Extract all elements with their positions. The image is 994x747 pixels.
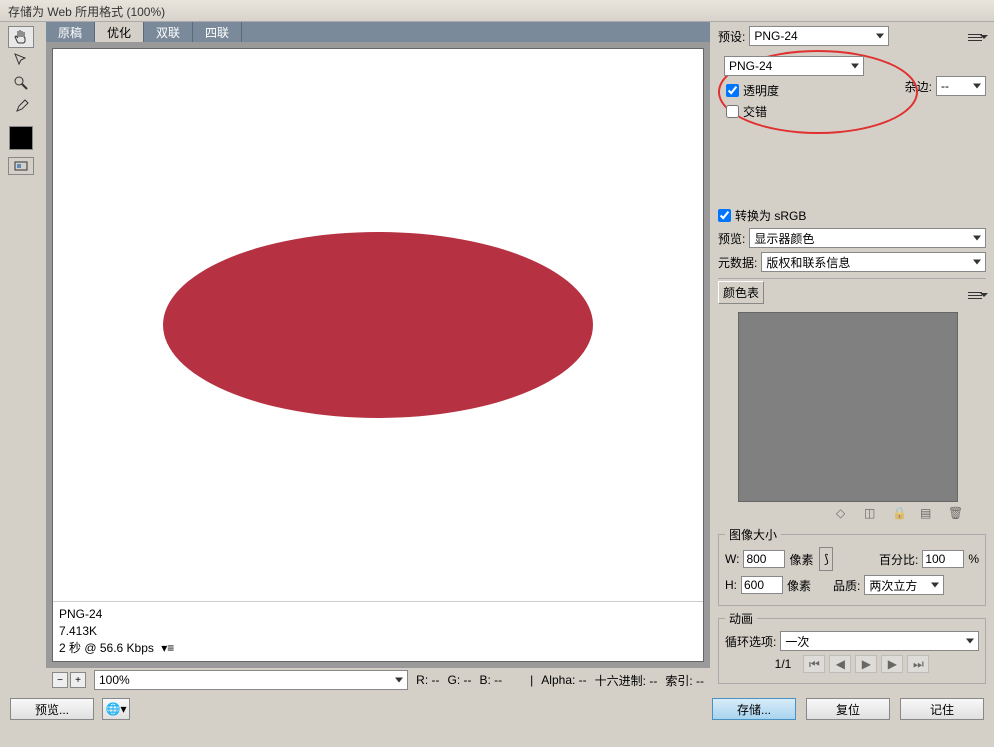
transparency-checkbox[interactable] (726, 84, 739, 97)
optimize-info: PNG-24 7.413K 2 秒 @ 56.6 Kbps ▾≡ (53, 602, 703, 661)
info-speed: 2 秒 @ 56.6 Kbps (59, 641, 154, 655)
ct-shift-icon[interactable]: ◫ (864, 506, 878, 520)
reset-button[interactable]: 复位 (806, 698, 890, 720)
height-label: H: (725, 578, 737, 592)
eyedropper-color[interactable] (9, 126, 33, 150)
preset-label: 预设: (718, 28, 745, 45)
last-frame-button[interactable]: ⏭ (907, 655, 929, 673)
interlaced-label: 交错 (743, 103, 767, 120)
transparency-label: 透明度 (743, 82, 779, 99)
percent-unit: % (968, 552, 979, 566)
play-button[interactable]: ▶ (855, 655, 877, 673)
zoom-out-button[interactable]: − (52, 672, 68, 688)
image-size-group: 图像大小 W: 像素 ⟆ 百分比: % H: 像素 品质: 两次立方 (718, 526, 986, 606)
slice-select-tool[interactable] (8, 49, 34, 71)
tab-four-up[interactable]: 四联 (193, 22, 242, 42)
remember-button[interactable]: 记住 (900, 698, 984, 720)
loop-label: 循环选项: (725, 633, 776, 650)
ct-snap-icon[interactable]: ◇ (836, 506, 850, 520)
window-titlebar: 存储为 Web 所用格式 (100%) (0, 0, 994, 22)
first-frame-button[interactable]: ⏮ (803, 655, 825, 673)
settings-panel: 预设: PNG-24 杂边: -- PNG-24 透明度 交错 (714, 22, 994, 692)
readout-b: B: -- (480, 673, 503, 687)
convert-srgb-label: 转换为 sRGB (735, 207, 806, 224)
zoom-tool[interactable] (8, 72, 34, 94)
preview-area: PNG-24 7.413K 2 秒 @ 56.6 Kbps ▾≡ (46, 42, 710, 668)
readout-index: 索引: -- (665, 672, 704, 689)
height-input[interactable] (741, 576, 783, 594)
color-table-actions: ◇ ◫ 🔒 ▤ 🗑 (718, 506, 986, 520)
convert-srgb-checkbox[interactable] (718, 209, 731, 222)
matte-dropdown[interactable]: -- (936, 76, 986, 96)
hand-tool[interactable] (8, 26, 34, 48)
readout-alpha: Alpha: -- (541, 673, 586, 687)
window-title: 存储为 Web 所用格式 (100%) (8, 5, 165, 19)
info-size: 7.413K (59, 623, 697, 640)
ct-lock-icon[interactable]: 🔒 (892, 506, 906, 520)
format-highlight-circle: PNG-24 透明度 交错 (718, 50, 918, 134)
quality-label: 品质: (833, 577, 860, 594)
color-table-label: 颜色表 (718, 281, 764, 304)
format-dropdown[interactable]: PNG-24 (724, 56, 864, 76)
loop-dropdown[interactable]: 一次 (780, 631, 979, 651)
readout-r: R: -- (416, 673, 439, 687)
zoom-in-button[interactable]: + (70, 672, 86, 688)
slice-visibility-toggle[interactable] (8, 157, 34, 175)
dialog-buttons: 预览... 🌐▾ 存储... 复位 记住 (0, 692, 994, 726)
color-table[interactable] (738, 312, 958, 502)
zoom-level-select[interactable]: 100% (94, 670, 408, 690)
metadata-label: 元数据: (718, 254, 757, 271)
frame-indicator: 1/1 (775, 657, 792, 671)
animation-group: 动画 循环选项: 一次 1/1 ⏮ ◀ ▶ ▶ ⏭ (718, 610, 986, 684)
preview-column: 原稿 优化 双联 四联 PNG-24 7.413K 2 秒 @ 56.6 Kbp… (42, 22, 714, 692)
width-input[interactable] (743, 550, 785, 568)
width-label: W: (725, 552, 739, 566)
save-button[interactable]: 存储... (712, 698, 796, 720)
tab-two-up[interactable]: 双联 (144, 22, 193, 42)
quality-dropdown[interactable]: 两次立方 (864, 575, 944, 595)
preview-dropdown[interactable]: 显示器颜色 (749, 228, 986, 248)
readout-g: G: -- (448, 673, 472, 687)
preview-label: 预览: (718, 230, 745, 247)
ellipse-shape (163, 232, 593, 418)
readout-hex: 十六进制: -- (595, 672, 658, 689)
info-format: PNG-24 (59, 606, 697, 623)
eyedropper-tool[interactable] (8, 95, 34, 117)
browser-preview-button[interactable]: 🌐▾ (102, 698, 130, 720)
tools-toolbar (0, 22, 42, 692)
tab-original[interactable]: 原稿 (46, 22, 95, 42)
prev-frame-button[interactable]: ◀ (829, 655, 851, 673)
tab-optimized[interactable]: 优化 (95, 22, 144, 42)
info-menu-icon[interactable]: ▾≡ (161, 640, 174, 657)
preset-menu-icon[interactable] (968, 28, 986, 44)
preview-button[interactable]: 预览... (10, 698, 94, 720)
percent-label: 百分比: (879, 551, 918, 568)
preset-dropdown[interactable]: PNG-24 (749, 26, 889, 46)
image-size-legend: 图像大小 (725, 526, 781, 543)
ct-delete-icon[interactable]: 🗑 (948, 506, 962, 520)
preview-tabs: 原稿 优化 双联 四联 (46, 22, 710, 42)
color-table-menu-icon[interactable] (968, 287, 986, 303)
percent-input[interactable] (922, 550, 964, 568)
next-frame-button[interactable]: ▶ (881, 655, 903, 673)
interlaced-checkbox[interactable] (726, 105, 739, 118)
metadata-dropdown[interactable]: 版权和联系信息 (761, 252, 986, 272)
px-unit-w: 像素 (789, 551, 813, 568)
link-dimensions-icon[interactable]: ⟆ (819, 547, 833, 571)
ct-new-icon[interactable]: ▤ (920, 506, 934, 520)
px-unit-h: 像素 (787, 577, 811, 594)
animation-legend: 动画 (725, 610, 757, 627)
canvas-view[interactable] (53, 49, 703, 602)
status-bar: − + 100% R: -- G: -- B: -- | Alpha: -- 十… (46, 668, 710, 692)
